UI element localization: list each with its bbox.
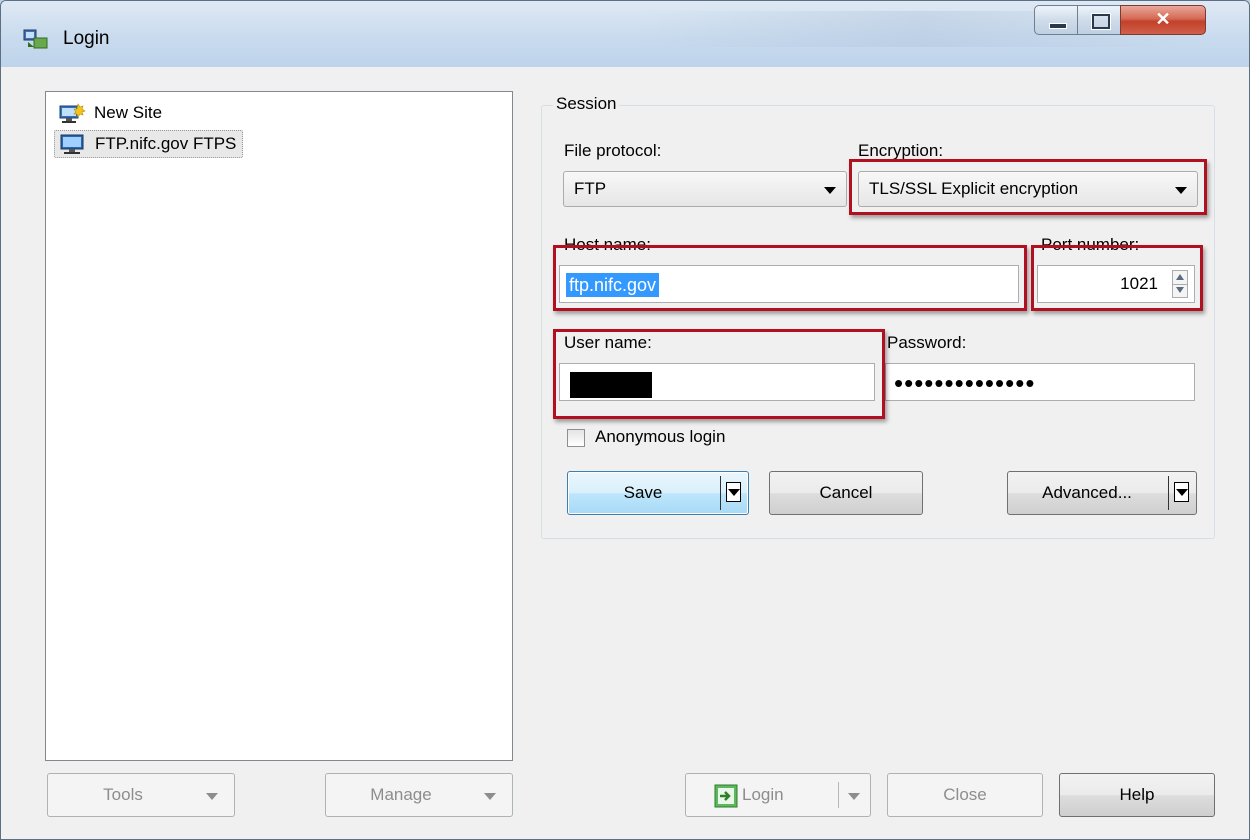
chevron-down-icon <box>848 793 860 800</box>
advanced-split-divider <box>1168 476 1169 510</box>
save-button[interactable]: Save <box>567 471 749 515</box>
winscp-app-icon <box>23 29 48 49</box>
login-button[interactable]: Login <box>685 773 871 817</box>
file-protocol-value: FTP <box>574 179 607 198</box>
manage-button[interactable]: Manage <box>325 773 513 817</box>
login-button-label: Login <box>742 785 784 804</box>
chevron-down-icon[interactable] <box>726 482 741 502</box>
chevron-down-icon <box>484 793 496 800</box>
help-button-label: Help <box>1119 785 1155 804</box>
title-bar[interactable]: Login ✕ <box>1 1 1249 67</box>
password-label: Password: <box>887 333 967 352</box>
site-label-new-site: New Site <box>94 103 163 122</box>
password-mask: •••••••••••••• <box>894 368 1036 398</box>
anonymous-login-checkbox[interactable] <box>567 429 585 447</box>
close-window-button[interactable]: ✕ <box>1120 5 1206 35</box>
maximize-icon <box>1092 14 1110 29</box>
file-protocol-select[interactable]: FTP <box>563 171 847 207</box>
maximize-button[interactable] <box>1077 5 1121 35</box>
cancel-button-label: Cancel <box>819 483 873 502</box>
computer-icon <box>60 134 84 154</box>
login-window: Login ✕ New Site FTP.nifc.gov FTPS Sessi… <box>0 0 1250 840</box>
help-button[interactable]: Help <box>1059 773 1215 817</box>
dialog-body: New Site FTP.nifc.gov FTPS Session File … <box>1 67 1249 839</box>
close-button[interactable]: Close <box>887 773 1043 817</box>
minimize-button[interactable] <box>1034 5 1078 35</box>
advanced-button[interactable]: Advanced... <box>1007 471 1197 515</box>
login-split-divider <box>838 782 839 808</box>
close-icon: ✕ <box>1155 9 1171 29</box>
cancel-button[interactable]: Cancel <box>769 471 923 515</box>
chevron-down-icon <box>824 187 836 194</box>
site-label-ftp-nifc-gov: FTP.nifc.gov FTPS <box>95 134 237 153</box>
file-protocol-label: File protocol: <box>564 141 662 160</box>
anonymous-login-label: Anonymous login <box>595 427 726 446</box>
save-button-label: Save <box>623 483 663 502</box>
highlight-port-number <box>1031 245 1203 311</box>
window-title: Login <box>63 28 110 49</box>
chevron-down-icon <box>206 793 218 800</box>
site-tree[interactable]: New Site FTP.nifc.gov FTPS <box>45 91 513 761</box>
site-item-ftp-nifc-gov[interactable]: FTP.nifc.gov FTPS <box>54 130 244 158</box>
highlight-host-name <box>553 245 1027 311</box>
highlight-user-name <box>553 329 885 419</box>
password-input[interactable]: •••••••••••••• <box>885 363 1195 401</box>
manage-button-label: Manage <box>370 785 432 804</box>
tools-button-label: Tools <box>103 785 143 804</box>
encryption-label: Encryption: <box>858 141 944 160</box>
chevron-down-icon[interactable] <box>1174 482 1189 502</box>
advanced-button-label: Advanced... <box>1042 483 1132 502</box>
new-site-icon <box>59 103 86 123</box>
site-item-new-site[interactable]: New Site <box>54 100 168 126</box>
save-split-divider <box>720 476 721 510</box>
minimize-icon <box>1049 23 1067 29</box>
login-icon <box>714 784 738 808</box>
tools-button[interactable]: Tools <box>47 773 235 817</box>
close-button-label: Close <box>943 785 987 804</box>
highlight-encryption <box>849 159 1207 215</box>
session-group-title: Session <box>553 94 620 114</box>
